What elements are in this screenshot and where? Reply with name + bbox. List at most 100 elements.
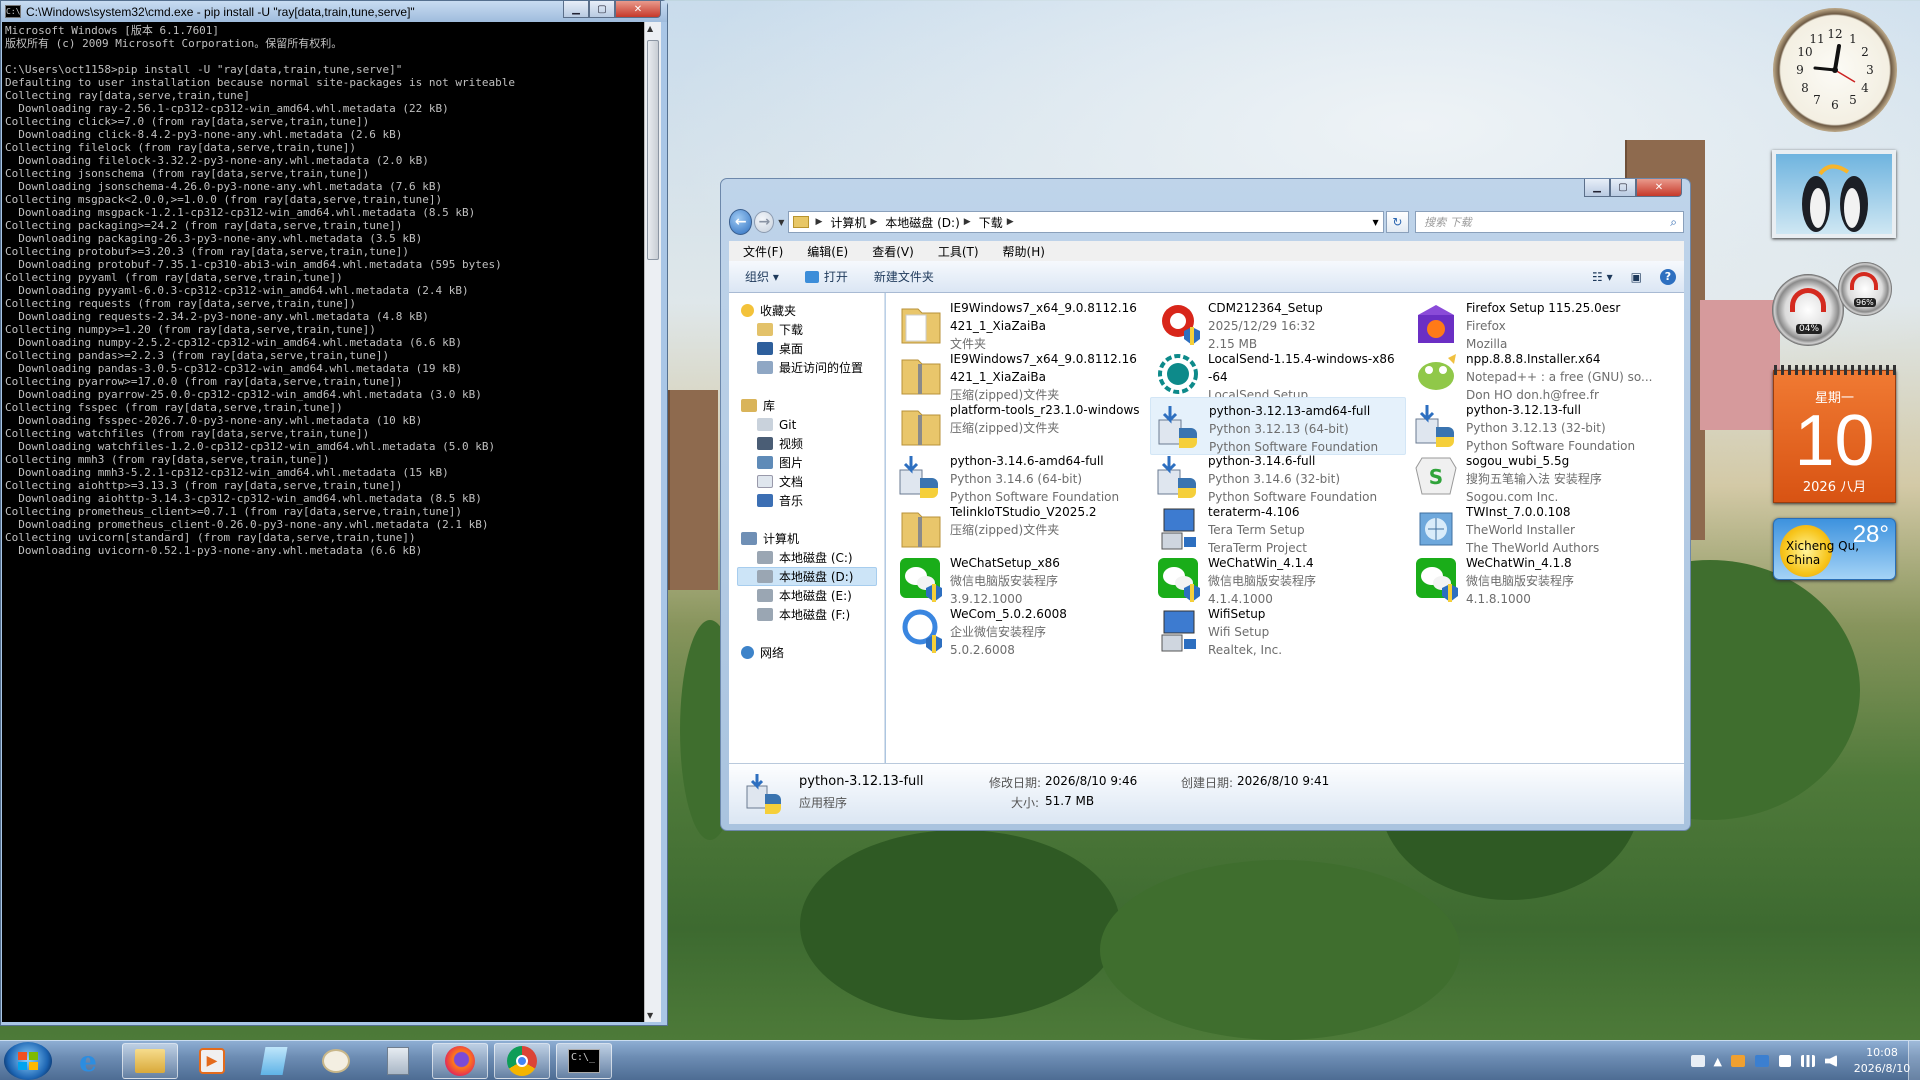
cmd-scrollbar[interactable]: ▲ ▼ [644, 22, 661, 1022]
change-view-icon[interactable]: ☷ ▾ [1592, 270, 1613, 284]
search-icon[interactable]: ⌕ [1670, 215, 1677, 230]
weather-gadget[interactable]: 28° Xicheng Qu, China [1773, 518, 1896, 580]
explorer-window[interactable]: ▁ ▢ ✕ ← → ▼ ▶ 计算机 ▶ 本地磁盘 (D:) ▶ 下载 ▶ ▼ ↻… [720, 178, 1691, 831]
nav-favorites[interactable]: 收藏夹 [741, 301, 796, 320]
refresh-icon[interactable]: ↻ [1385, 211, 1410, 233]
nav-recent[interactable]: 最近访问的位置 [757, 358, 863, 377]
breadcrumb-computer[interactable]: 计算机 [830, 214, 866, 231]
file-item[interactable]: WeChatSetup_x86 微信电脑版安装程序 3.9.12.1000 [892, 550, 1148, 608]
volume-icon[interactable] [1825, 1055, 1837, 1067]
file-item[interactable]: WeChatWin_4.1.4 微信电脑版安装程序 4.1.4.1000 [1150, 550, 1406, 608]
taskbar-calculator[interactable] [370, 1043, 426, 1079]
breadcrumb-drive-d[interactable]: 本地磁盘 (D:) [885, 214, 959, 231]
menu-help[interactable]: 帮助(H) [989, 243, 1055, 260]
memory-meter-gadget[interactable]: 96% [1838, 262, 1892, 316]
scroll-up-arrow-icon[interactable]: ▲ [647, 24, 653, 33]
taskbar-chrome[interactable] [494, 1043, 550, 1079]
forward-arrow-icon[interactable]: → [754, 211, 775, 233]
cmd-window[interactable]: C:\ C:\Windows\system32\cmd.exe - pip in… [0, 0, 668, 1026]
menu-tools[interactable]: 工具(T) [924, 243, 989, 260]
address-bar[interactable]: ▶ 计算机 ▶ 本地磁盘 (D:) ▶ 下载 ▶ ▼ [788, 211, 1384, 233]
tray-app-icon[interactable] [1731, 1055, 1745, 1067]
security-shield-icon[interactable] [1755, 1055, 1769, 1067]
nav-libraries[interactable]: 库 [741, 396, 775, 415]
start-button[interactable] [4, 1042, 52, 1080]
maximize-button[interactable]: ▢ [589, 1, 615, 18]
cmd-titlebar[interactable]: C:\ C:\Windows\system32\cmd.exe - pip in… [1, 1, 667, 22]
file-item[interactable]: npp.8.8.8.Installer.x64 Notepad++ : a fre… [1408, 346, 1664, 404]
close-button[interactable]: ✕ [1636, 179, 1682, 197]
nav-drive-d[interactable]: 本地磁盘 (D:) [737, 567, 877, 586]
taskbar-firefox[interactable] [432, 1043, 488, 1079]
nav-videos[interactable]: 视频 [757, 434, 803, 453]
action-center-flag-icon[interactable] [1779, 1055, 1791, 1067]
file-item[interactable]: teraterm-4.106 Tera Term Setup TeraTerm Pr… [1150, 499, 1406, 557]
nav-drive-f[interactable]: 本地磁盘 (F:) [757, 605, 850, 624]
file-item[interactable]: platform-tools_r23.1.0-windows 压缩(zipped)… [892, 397, 1148, 455]
file-item[interactable]: Firefox Setup 115.25.0esr Firefox Mozilla [1408, 295, 1664, 353]
file-item[interactable]: TWInst_7.0.0.108 TheWorld Installer The Th… [1408, 499, 1664, 557]
file-item[interactable]: TelinkIoTStudio_V2025.2 压缩(zipped)文件夹 [892, 499, 1148, 557]
taskbar-cmd[interactable]: C:\_ [556, 1043, 612, 1079]
calendar-gadget[interactable]: 星期一 10 2026 八月 [1773, 365, 1897, 503]
nav-pictures[interactable]: 图片 [757, 453, 803, 472]
clock-gadget[interactable]: 12 1 2 3 4567 8 9 10 11 [1773, 8, 1897, 132]
address-dropdown-icon[interactable]: ▼ [1373, 218, 1379, 227]
file-item[interactable]: python-3.12.13-full Python 3.12.13 (32-bi… [1408, 397, 1664, 455]
minimize-button[interactable]: ▁ [563, 1, 589, 18]
show-desktop-button[interactable] [1908, 1041, 1920, 1080]
nav-network[interactable]: 网络 [741, 643, 784, 662]
breadcrumb-separator-icon[interactable]: ▶ [1007, 217, 1014, 227]
search-input[interactable]: 搜索 下载 ⌕ [1415, 211, 1684, 233]
file-item[interactable]: python-3.14.6-full Python 3.14.6 (32-bit)… [1150, 448, 1406, 506]
open-button[interactable]: 打开 [789, 268, 858, 285]
minimize-button[interactable]: ▁ [1584, 179, 1610, 197]
network-signal-icon[interactable] [1801, 1055, 1815, 1067]
nav-drive-e[interactable]: 本地磁盘 (E:) [757, 586, 852, 605]
menu-file[interactable]: 文件(F) [729, 243, 793, 260]
menu-edit[interactable]: 编辑(E) [793, 243, 858, 260]
nav-git[interactable]: Git [757, 415, 796, 434]
file-item[interactable]: CDM212364_Setup 2025/12/29 16:32 2.15 MB [1150, 295, 1406, 353]
file-item[interactable]: WeChatWin_4.1.8 微信电脑版安装程序 4.1.8.1000 [1408, 550, 1664, 608]
taskbar-notepad[interactable] [246, 1043, 302, 1079]
file-item[interactable]: python-3.12.13-amd64-full Python 3.12.13 … [1150, 397, 1406, 455]
file-item[interactable]: IE9Windows7_x64_9.0.8112.16421_1_XiaZaiB… [892, 346, 1148, 404]
nav-music[interactable]: 音乐 [757, 491, 803, 510]
recent-pages-dropdown-icon[interactable]: ▼ [778, 218, 784, 227]
breadcrumb-separator-icon[interactable]: ▶ [815, 217, 822, 227]
nav-documents[interactable]: 文档 [757, 472, 803, 491]
breadcrumb-downloads[interactable]: 下载 [979, 214, 1003, 231]
nav-computer[interactable]: 计算机 [741, 529, 799, 548]
taskbar-clock[interactable]: 10:08 2026/8/10 [1852, 1045, 1912, 1077]
preview-pane-icon[interactable]: ▣ [1631, 270, 1642, 284]
scroll-thumb[interactable] [647, 40, 659, 260]
slideshow-gadget[interactable] [1772, 150, 1896, 238]
maximize-button[interactable]: ▢ [1610, 179, 1636, 197]
nav-drive-c[interactable]: 本地磁盘 (C:) [757, 548, 853, 567]
organize-button[interactable]: 组织 ▾ [729, 268, 789, 285]
nav-downloads[interactable]: 下载 [757, 320, 803, 339]
help-icon[interactable]: ? [1660, 268, 1676, 285]
file-item[interactable]: LocalSend-1.15.4-windows-x86-64 LocalSend… [1150, 346, 1406, 404]
taskbar-explorer[interactable] [122, 1043, 178, 1079]
breadcrumb-separator-icon[interactable]: ▶ [964, 217, 971, 227]
file-item[interactable]: Ssogou_wubi_5.5g 搜狗五笔输入法 安装程序 Sogou.com In… [1408, 448, 1664, 506]
file-item[interactable]: WeCom_5.0.2.6008 企业微信安装程序 5.0.2.6008 [892, 601, 1148, 659]
taskbar-paint[interactable] [308, 1043, 364, 1079]
menu-view[interactable]: 查看(V) [858, 243, 924, 260]
cpu-meter-gadget[interactable]: 04% [1772, 274, 1844, 346]
back-arrow-icon[interactable]: ← [729, 209, 753, 235]
nav-desktop[interactable]: 桌面 [757, 339, 803, 358]
show-hidden-icons-icon[interactable]: ▲ [1714, 1055, 1722, 1068]
breadcrumb-separator-icon[interactable]: ▶ [870, 217, 877, 227]
file-item[interactable]: python-3.14.6-amd64-full Python 3.14.6 (6… [892, 448, 1148, 506]
taskbar-internet-explorer[interactable]: e [60, 1043, 116, 1079]
new-folder-button[interactable]: 新建文件夹 [858, 268, 944, 285]
taskbar-media-player[interactable]: ▶ [184, 1043, 240, 1079]
keyboard-icon[interactable] [1690, 1055, 1705, 1067]
cmd-console-output[interactable]: Microsoft Windows [版本 6.1.7601] 版权所有 (c) … [2, 22, 645, 1022]
file-item[interactable]: WifiSetup Wifi Setup Realtek, Inc. [1150, 601, 1406, 659]
close-button[interactable]: ✕ [615, 1, 661, 18]
scroll-down-arrow-icon[interactable]: ▼ [647, 1011, 653, 1020]
